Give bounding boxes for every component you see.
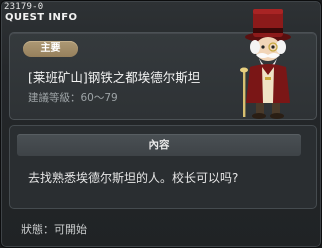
quest-name: [莱班矿山]钢铁之都埃德尔斯坦 [28,70,201,85]
content-text: 去找熟悉埃德尔斯坦的人。校长可以吗? [28,171,239,185]
quest-type-badge: 主要 [23,41,78,57]
content-header: 內容 [17,134,301,156]
quest-status: 狀態：可開始 [21,223,87,236]
quest-info-window: 23179-0 QUEST INFO 主要 [莱班矿山]钢铁之都埃德尔斯坦 建議… [0,0,322,248]
npc-portrait [240,9,291,119]
window-title: QUEST INFO [5,12,78,23]
recommended-level: 建議等級：60～79 [28,92,118,104]
quest-id: 23179-0 [4,2,44,12]
